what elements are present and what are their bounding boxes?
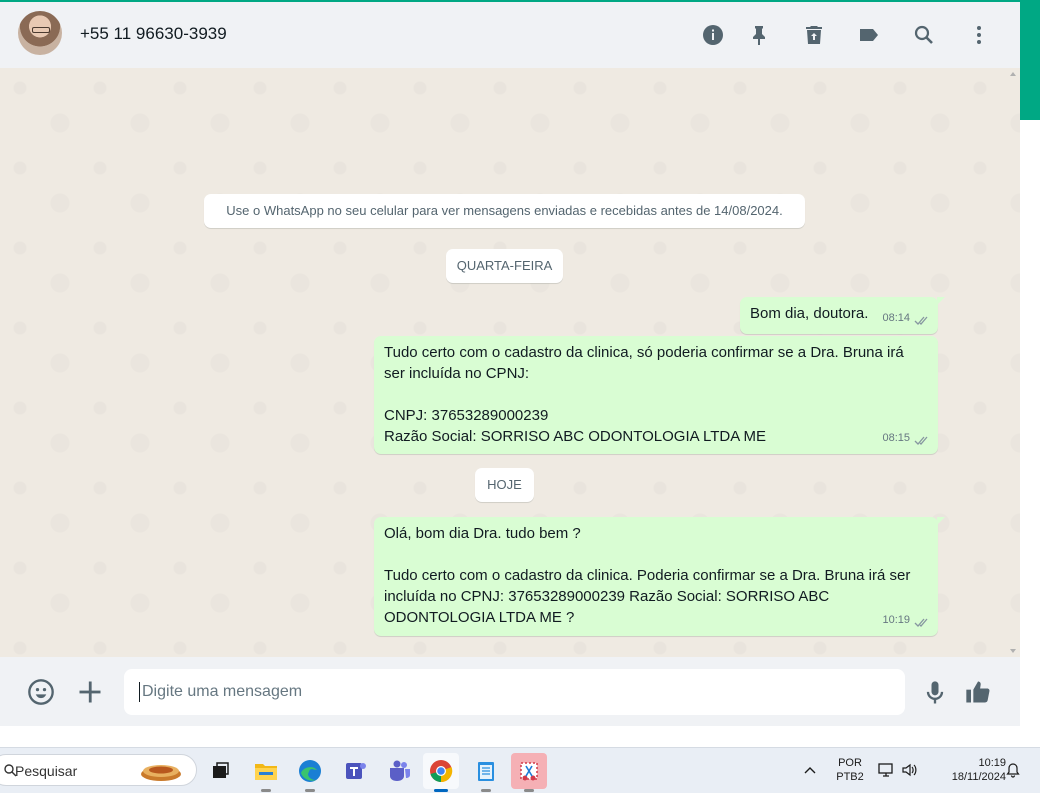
input-language[interactable]: POR PTB2 [830, 756, 870, 784]
search-icon[interactable] [911, 22, 937, 48]
date-divider: HOJE [475, 468, 534, 502]
message-meta: 08:14 [882, 308, 930, 329]
snipping-tool-icon[interactable] [511, 753, 547, 792]
network-icon[interactable] [877, 761, 895, 779]
message-text: Tudo certo com o cadastro da clinica, só… [384, 344, 904, 445]
search-label: Pesquisar [15, 763, 78, 779]
menu-icon[interactable] [966, 22, 992, 48]
message-composer [0, 657, 1020, 726]
keyboard-layout: PTB2 [836, 771, 864, 783]
taskbar-search[interactable]: Pesquisar [0, 754, 197, 786]
search-highlight-pie-icon [141, 765, 181, 781]
scroll-up-arrow[interactable] [1010, 72, 1016, 76]
edge-browser-icon[interactable] [292, 753, 328, 792]
background-accent-strip [1020, 0, 1040, 120]
volume-icon[interactable] [900, 761, 918, 779]
active-indicator [434, 789, 448, 792]
message-input[interactable] [124, 669, 905, 715]
language-code: POR [838, 757, 862, 769]
message-time: 10:19 [882, 614, 910, 626]
chat-window: +55 11 96630-3939 Use o WhatsApp no seu … [0, 2, 1020, 726]
contact-name[interactable]: +55 11 96630-3939 [80, 24, 227, 44]
message-list[interactable]: Use o WhatsApp no seu celular para ver m… [0, 68, 1020, 657]
label-icon[interactable] [856, 22, 882, 48]
running-indicator [261, 789, 271, 792]
double-check-icon [914, 615, 930, 627]
notification-bell-icon[interactable] [1005, 762, 1021, 778]
running-indicator [481, 789, 491, 792]
text-caret [139, 682, 140, 702]
message-text: Olá, bom dia Dra. tudo bem ? Tudo certo … [384, 525, 911, 626]
system-clock[interactable]: 10:19 18/11/2024 [928, 756, 1006, 784]
message-meta: 10:19 [882, 610, 930, 631]
running-indicator [305, 789, 315, 792]
chrome-icon[interactable] [423, 753, 459, 792]
message-bubble[interactable]: Bom dia, doutora. 08:14 [740, 297, 945, 334]
clock-time: 10:19 [978, 757, 1006, 769]
double-check-icon [914, 313, 930, 325]
taskbar: Pesquisar POR PTB2 10:19 18/11/2024 [0, 747, 1040, 793]
double-check-icon [914, 433, 930, 445]
delete-icon[interactable] [801, 22, 827, 48]
bubble-tail [937, 517, 945, 525]
emoji-icon[interactable] [26, 677, 56, 707]
info-icon[interactable] [700, 22, 726, 48]
avatar[interactable] [18, 11, 62, 55]
chat-header: +55 11 96630-3939 [0, 2, 1020, 68]
show-hidden-icons-chevron-icon[interactable] [803, 763, 817, 777]
scroll-down-arrow[interactable] [1010, 649, 1016, 653]
background-panel [1020, 120, 1040, 747]
clock-date: 18/11/2024 [951, 771, 1006, 783]
teams-icon[interactable] [381, 753, 417, 789]
thumbs-up-icon[interactable] [963, 677, 993, 707]
message-time: 08:14 [882, 312, 910, 324]
message-bubble[interactable]: Tudo certo com o cadastro da clinica, só… [374, 336, 938, 454]
notepad-icon[interactable] [468, 753, 504, 792]
pin-icon[interactable] [746, 22, 772, 48]
bubble-tail [937, 297, 945, 305]
task-view-icon[interactable] [202, 753, 238, 789]
message-time: 08:15 [882, 432, 910, 444]
system-notice: Use o WhatsApp no seu celular para ver m… [204, 194, 805, 228]
message-meta: 08:15 [882, 428, 930, 449]
date-divider: QUARTA-FEIRA [446, 249, 563, 283]
attach-plus-icon[interactable] [75, 677, 105, 707]
file-explorer-icon[interactable] [248, 753, 284, 792]
message-bubble[interactable]: Olá, bom dia Dra. tudo bem ? Tudo certo … [374, 517, 945, 636]
teams-classic-icon[interactable] [337, 753, 373, 789]
microphone-icon[interactable] [920, 678, 950, 708]
running-indicator [524, 789, 534, 792]
